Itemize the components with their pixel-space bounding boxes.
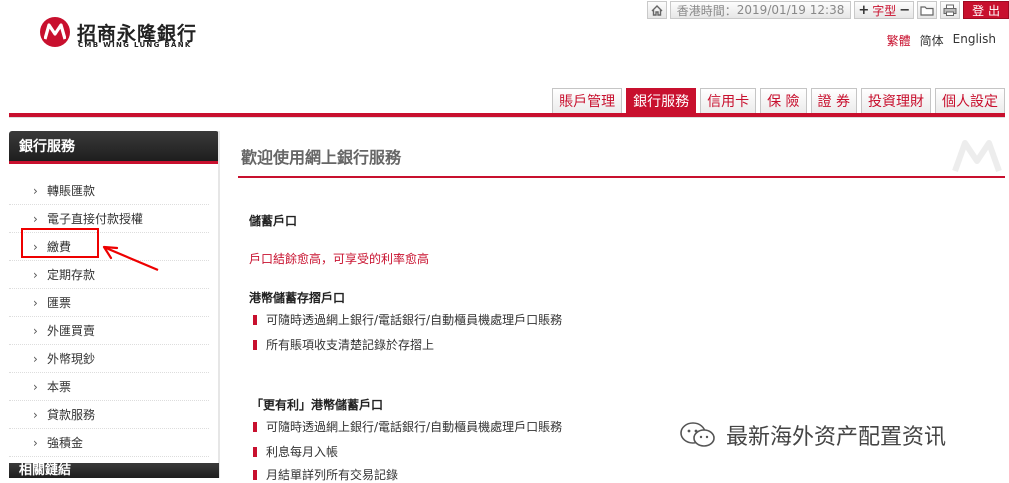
- chevron-right-icon: ›: [33, 379, 38, 394]
- chevron-right-icon: ›: [33, 323, 38, 338]
- sidebar-shadow: [218, 131, 220, 478]
- group1-heading: 港幣儲蓄存摺戶口: [249, 291, 346, 305]
- tab-securities[interactable]: 證 券: [810, 88, 857, 113]
- lang-simplified-link[interactable]: 简体: [920, 32, 944, 49]
- tab-investment[interactable]: 投資理財: [861, 88, 931, 113]
- bullet-icon: [253, 446, 257, 457]
- sidebar-item-label: 外匯買賣: [47, 324, 96, 338]
- highlight-box: [21, 228, 99, 258]
- time-label: 香港時間：: [676, 3, 737, 18]
- sidebar-menu: › 轉賬匯款 › 電子直接付款授權 › 繳費 › 定期存款 › 匯票 › 外匯買賣 › 外幣現…: [9, 177, 219, 457]
- chevron-right-icon: ›: [33, 351, 38, 366]
- chevron-right-icon: ›: [33, 211, 38, 226]
- chevron-right-icon: ›: [33, 407, 38, 422]
- list-item: 利息每月入帳: [253, 443, 338, 460]
- folder-button[interactable]: [917, 1, 938, 19]
- tab-insurance[interactable]: 保 險: [760, 88, 807, 113]
- sidebar-item-label: 轉賬匯款: [47, 184, 96, 198]
- tab-banking-services[interactable]: 銀行服務: [626, 88, 697, 113]
- group2-heading: 「更有利」港幣儲蓄戶口: [251, 398, 384, 412]
- lang-traditional-link[interactable]: 繁體: [887, 32, 911, 49]
- main-nav-tabs: 賬戶管理 銀行服務 信用卡 保 險 證 券 投資理財 個人設定: [552, 88, 1005, 113]
- tab-account-management[interactable]: 賬戶管理: [552, 88, 623, 113]
- language-switcher: 繁體 简体 English: [887, 32, 996, 49]
- chevron-right-icon: ›: [33, 267, 38, 282]
- list-item-text: 可隨時透過網上銀行/電話銀行/自動櫃員機處理戶口賬務: [266, 420, 563, 434]
- sidebar-item-draft[interactable]: › 匯票: [9, 289, 209, 317]
- home-icon: [651, 4, 663, 16]
- time-value: 2019/01/19 12:38: [736, 3, 845, 17]
- wechat-watermark: 最新海外资产配置资讯: [678, 419, 946, 451]
- bullet-icon: [253, 421, 257, 432]
- tab-credit-card[interactable]: 信用卡: [700, 88, 757, 113]
- list-item: 可隨時透過網上銀行/電話銀行/自動櫃員機處理戶口賬務: [253, 311, 562, 328]
- list-item-text: 所有賬項收支清楚記錄於存摺上: [266, 338, 435, 352]
- bank-logo-icon: [40, 17, 70, 47]
- sidebar-item-label: 匯票: [47, 296, 72, 310]
- bank-watermark-icon: [952, 140, 1002, 173]
- tab-personal-settings[interactable]: 個人設定: [935, 88, 1005, 113]
- font-increase-button[interactable]: +: [858, 3, 869, 18]
- list-item: 月結單詳列所有交易記錄: [253, 466, 398, 483]
- annotation-arrow-icon: [102, 245, 159, 272]
- bullet-icon: [253, 469, 257, 480]
- chevron-right-icon: ›: [33, 435, 38, 450]
- top-utility-bar: 香港時間： 2019/01/19 12:38 + 字型 − 登 出: [646, 0, 1009, 20]
- sidebar-item-transfer[interactable]: › 轉賬匯款: [9, 177, 209, 205]
- chevron-right-icon: ›: [33, 295, 38, 310]
- list-item: 可隨時透過網上銀行/電話銀行/自動櫃員機處理戶口賬務: [253, 418, 562, 435]
- printer-icon: [943, 4, 957, 16]
- title-divider: [238, 176, 1005, 178]
- bank-name-english: CMB WING LUNG BANK: [78, 41, 192, 49]
- sidebar-item-label: 電子直接付款授權: [47, 212, 144, 226]
- folder-icon: [920, 5, 934, 16]
- watermark-text: 最新海外资产配置资讯: [726, 425, 947, 450]
- sidebar-title: 銀行服務: [9, 131, 219, 161]
- list-item: 所有賬項收支清楚記錄於存摺上: [253, 336, 434, 353]
- sidebar-item-label: 本票: [47, 380, 72, 394]
- section-heading: 儲蓄戶口: [249, 214, 298, 228]
- home-button[interactable]: [646, 1, 667, 19]
- logout-button[interactable]: 登 出: [963, 1, 1009, 19]
- page-title: 歡迎使用網上銀行服務: [241, 148, 402, 167]
- sidebar-item-fx-trading[interactable]: › 外匯買賣: [9, 317, 209, 345]
- bullet-icon: [253, 314, 257, 325]
- sidebar-item-label: 強積金: [47, 436, 84, 450]
- font-size-label: 字型: [872, 3, 897, 18]
- list-item-text: 月結單詳列所有交易記錄: [266, 468, 399, 482]
- font-size-control: + 字型 −: [854, 1, 915, 19]
- sidebar-item-loans[interactable]: › 貸款服務: [9, 401, 209, 429]
- lang-english-link[interactable]: English: [953, 32, 996, 49]
- list-item-text: 可隨時透過網上銀行/電話銀行/自動櫃員機處理戶口賬務: [266, 313, 563, 327]
- sidebar-item-fx-cash[interactable]: › 外幣現鈔: [9, 345, 209, 373]
- promo-text: 戶口結餘愈高，可享受的利率愈高: [249, 252, 430, 266]
- bullet-icon: [253, 339, 257, 350]
- sidebar-related-links-title: 相關鏈結: [9, 463, 219, 478]
- sidebar-item-label: 外幣現鈔: [47, 352, 96, 366]
- sidebar-title-underline: [9, 161, 219, 164]
- sidebar-item-label: 貸款服務: [47, 408, 96, 422]
- print-button[interactable]: [940, 1, 961, 19]
- sidebar: 銀行服務 › 轉賬匯款 › 電子直接付款授權 › 繳費 › 定期存款 › 匯票 › 外匯買賣…: [9, 131, 219, 461]
- sidebar-item-cashier-order[interactable]: › 本票: [9, 373, 209, 401]
- sidebar-item-mpf[interactable]: › 強積金: [9, 429, 209, 457]
- font-decrease-button[interactable]: −: [899, 3, 910, 18]
- nav-divider-shadow: [9, 117, 1005, 118]
- wechat-icon: [680, 422, 715, 447]
- chevron-right-icon: ›: [33, 183, 38, 198]
- hk-time-display: 香港時間： 2019/01/19 12:38: [669, 1, 852, 19]
- sidebar-item-label: 定期存款: [47, 268, 96, 282]
- list-item-text: 利息每月入帳: [266, 445, 339, 459]
